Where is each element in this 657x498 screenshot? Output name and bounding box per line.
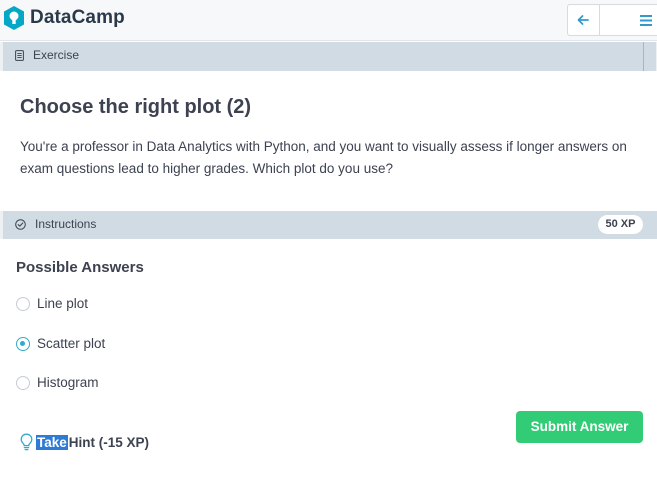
arrow-left-icon	[578, 15, 590, 25]
radio-button[interactable]	[16, 296, 30, 311]
top-bar: DataCamp	[0, 0, 657, 41]
exercise-description: You're a professor in Data Analytics wit…	[20, 139, 627, 176]
datacamp-logo[interactable]: DataCamp	[4, 6, 125, 30]
check-circle-icon	[15, 218, 26, 230]
instructions-section-header[interactable]: Instructions	[0, 211, 657, 239]
submit-answer-button[interactable]: Submit Answer	[516, 411, 643, 443]
answer-option-scatter-plot[interactable]: Scatter plot	[16, 336, 105, 351]
xp-badge: 50 XP	[598, 215, 643, 234]
answer-option-line-plot[interactable]: Line plot	[16, 296, 88, 311]
radio-button[interactable]	[16, 375, 30, 390]
exercise-title: Choose the right plot (2)	[20, 96, 252, 118]
datacamp-logo-icon	[4, 6, 24, 30]
instructions-section-label: Instructions	[35, 217, 97, 231]
answer-option-label: Line plot	[37, 296, 89, 311]
hint-cost-text: Hint (-15 XP)	[68, 434, 150, 450]
nav-controls	[567, 4, 657, 36]
radio-button-selected[interactable]	[16, 336, 30, 351]
document-icon	[15, 49, 24, 61]
answer-option-label: Scatter plot	[37, 336, 106, 351]
answer-option-histogram[interactable]: Histogram	[16, 375, 99, 390]
exercise-section-label: Exercise	[33, 48, 80, 62]
menu-button[interactable]	[598, 5, 657, 35]
lightbulb-icon	[20, 433, 33, 451]
hint-take-text: Take	[36, 434, 68, 450]
panel-divider	[643, 42, 644, 71]
take-hint-link[interactable]: Take Hint (-15 XP)	[20, 433, 149, 451]
answer-option-label: Histogram	[37, 375, 99, 390]
possible-answers-heading: Possible Answers	[16, 259, 144, 276]
back-button[interactable]	[568, 5, 599, 35]
hamburger-menu-icon	[639, 14, 652, 26]
brand-name: DataCamp	[30, 7, 125, 28]
exercise-section-header[interactable]: Exercise	[0, 42, 657, 71]
